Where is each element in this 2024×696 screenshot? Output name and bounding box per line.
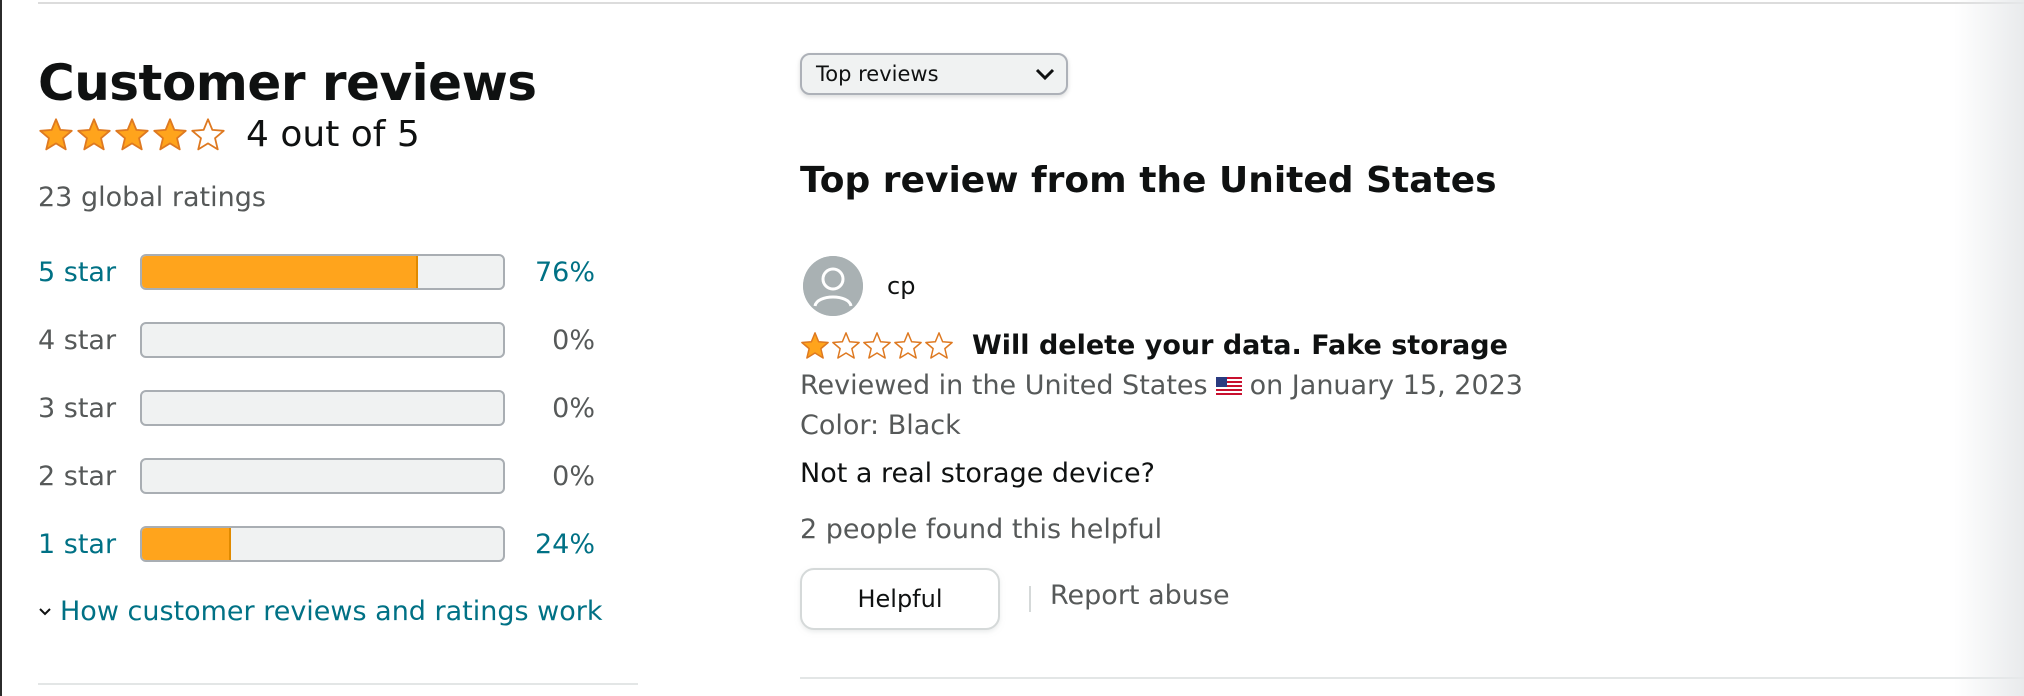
review-header: Will delete your data. Fake storage	[800, 330, 1508, 361]
star-outline-icon	[863, 331, 891, 359]
review-body: Not a real storage device?	[800, 458, 1155, 489]
histogram-label: 2 star	[38, 460, 117, 492]
review-location: Reviewed in the United States	[800, 370, 1208, 401]
chevron-down-icon	[39, 607, 51, 615]
histogram-bar-fill	[142, 256, 419, 288]
average-stars	[38, 117, 226, 153]
review-bottom-divider	[800, 677, 2024, 679]
histogram-label: 1 star	[38, 528, 117, 560]
histogram-bar	[140, 322, 505, 358]
average-rating-row[interactable]: 4 out of 5	[38, 114, 420, 155]
top-review-heading: Top review from the United States	[800, 160, 1497, 201]
histogram-bar	[140, 526, 505, 562]
sort-selected-value: Top reviews	[816, 62, 939, 86]
histogram-percent: 24%	[534, 528, 595, 560]
histogram-label: 5 star	[38, 256, 117, 288]
star-icon	[115, 117, 149, 150]
window-edge-shadow	[1954, 0, 2024, 696]
helpful-button[interactable]: Helpful	[800, 568, 1000, 630]
histogram-percent: 0%	[552, 324, 595, 356]
star-icon	[39, 117, 73, 150]
us-flag-icon	[1215, 376, 1242, 395]
histogram-row-4-star: 4 star 0%	[38, 318, 598, 362]
reviewer-profile[interactable]: cp	[803, 256, 915, 316]
reviews-title: Customer reviews	[38, 54, 537, 112]
global-ratings-count: 23 global ratings	[38, 182, 266, 213]
histogram-row-3-star: 3 star 0%	[38, 386, 598, 430]
star-outline-icon	[191, 117, 225, 150]
review-stars	[800, 331, 954, 361]
reviewer-name: cp	[887, 272, 916, 300]
report-abuse-link[interactable]: Report abuse	[1050, 580, 1230, 611]
star-icon	[77, 117, 111, 150]
histogram-bar	[140, 390, 505, 426]
histogram-bar	[140, 254, 505, 290]
review-date: on January 15, 2023	[1249, 370, 1523, 401]
how-reviews-work-link[interactable]: How customer reviews and ratings work	[38, 596, 603, 627]
avatar-placeholder-icon	[803, 256, 863, 316]
sort-reviews-dropdown[interactable]: Top reviews	[800, 53, 1068, 95]
top-divider	[38, 2, 2024, 4]
star-outline-icon	[832, 331, 860, 359]
histogram-bar	[140, 458, 505, 494]
histogram-percent: 76%	[534, 256, 595, 288]
histogram-label: 3 star	[38, 392, 117, 424]
star-outline-icon	[894, 331, 922, 359]
average-rating-text: 4 out of 5	[246, 114, 420, 155]
histogram-row-2-star: 2 star 0%	[38, 454, 598, 498]
helpful-count: 2 people found this helpful	[800, 514, 1163, 545]
review-variant: Color: Black	[800, 410, 961, 441]
review-title[interactable]: Will delete your data. Fake storage	[972, 330, 1508, 361]
summary-bottom-divider	[38, 683, 638, 685]
window-left-edge	[0, 0, 2, 696]
chevron-down-icon	[1035, 68, 1055, 81]
review-meta: Reviewed in the United States on January…	[800, 370, 1523, 401]
action-separator	[1029, 586, 1031, 612]
histogram-row-1-star[interactable]: 1 star 24%	[38, 522, 598, 566]
how-reviews-work-text: How customer reviews and ratings work	[60, 596, 603, 627]
star-icon	[801, 331, 829, 359]
histogram-bar-fill	[142, 528, 231, 560]
histogram-row-5-star[interactable]: 5 star 76%	[38, 250, 598, 294]
star-icon	[153, 117, 187, 150]
histogram-label: 4 star	[38, 324, 117, 356]
histogram-percent: 0%	[552, 460, 595, 492]
star-outline-icon	[925, 331, 953, 359]
histogram-percent: 0%	[552, 392, 595, 424]
